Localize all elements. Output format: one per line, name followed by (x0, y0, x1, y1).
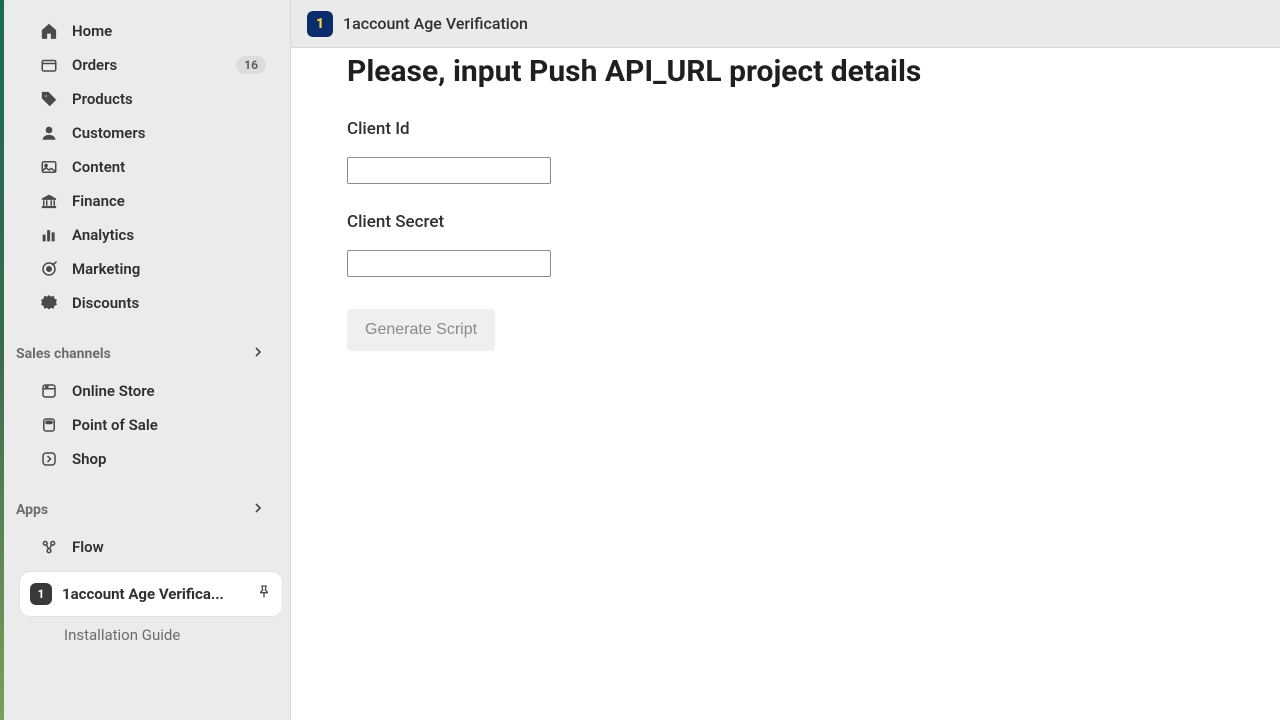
flow-icon (40, 538, 58, 556)
generate-script-button[interactable]: Generate Script (347, 309, 495, 351)
tag-icon (40, 90, 58, 108)
main-panel: 1 1account Age Verification Please, inpu… (290, 0, 1280, 720)
client-id-label: Client Id (347, 119, 1224, 139)
sidebar-item-products[interactable]: Products (12, 82, 282, 116)
app-header: 1 1account Age Verification (291, 0, 1280, 48)
discount-icon (40, 294, 58, 312)
target-icon (40, 260, 58, 278)
sidebar-item-online-store[interactable]: Online Store (12, 374, 282, 408)
client-secret-input[interactable] (347, 250, 551, 277)
bank-icon (40, 192, 58, 210)
orders-badge: 16 (236, 56, 266, 74)
pos-icon (40, 416, 58, 434)
orders-icon (40, 56, 58, 74)
analytics-icon (40, 226, 58, 244)
sidebar: Home Orders 16 Products Customers (4, 0, 290, 720)
nav-channels: Online Store Point of Sale Shop (4, 374, 290, 476)
sidebar-item-orders[interactable]: Orders 16 (12, 48, 282, 82)
app-content: Please, input Push API_URL project detai… (291, 48, 1280, 720)
sidebar-item-label: Home (72, 22, 112, 40)
client-id-input[interactable] (347, 157, 551, 184)
section-title: Sales channels (16, 346, 111, 362)
sidebar-item-pos[interactable]: Point of Sale (12, 408, 282, 442)
person-icon (40, 124, 58, 142)
sidebar-item-label: Marketing (72, 260, 140, 278)
sidebar-item-shop[interactable]: Shop (12, 442, 282, 476)
sidebar-item-label: Point of Sale (72, 416, 158, 434)
sidebar-item-label: Shop (72, 450, 106, 468)
sidebar-item-analytics[interactable]: Analytics (12, 218, 282, 252)
pin-icon[interactable] (256, 584, 272, 604)
content-icon (40, 158, 58, 176)
sidebar-item-label: Orders (72, 56, 117, 74)
section-apps[interactable]: Apps (4, 496, 282, 524)
sidebar-item-label: Products (72, 90, 133, 108)
sidebar-item-finance[interactable]: Finance (12, 184, 282, 218)
sidebar-item-label: Discounts (72, 294, 139, 312)
selected-app-label: 1account Age Verifica... (62, 585, 224, 603)
sidebar-selected-app[interactable]: 1 1account Age Verifica... (20, 572, 282, 616)
sidebar-item-marketing[interactable]: Marketing (12, 252, 282, 286)
app-logo-icon: 1 (307, 11, 333, 37)
sidebar-item-label: Online Store (72, 382, 155, 400)
sidebar-item-label: Analytics (72, 226, 134, 244)
app-header-title: 1account Age Verification (343, 14, 528, 33)
app-icon: 1 (30, 583, 52, 605)
sidebar-item-home[interactable]: Home (12, 14, 282, 48)
section-sales-channels[interactable]: Sales channels (4, 340, 282, 368)
sidebar-item-label: Flow (72, 538, 104, 556)
sidebar-item-flow[interactable]: Flow (12, 530, 282, 564)
sidebar-subitem-installation-guide[interactable]: Installation Guide (4, 616, 290, 644)
section-title: Apps (16, 502, 48, 518)
client-secret-label: Client Secret (347, 212, 1224, 232)
nav-apps: Flow (4, 530, 290, 564)
chevron-right-icon (250, 500, 266, 520)
store-icon (40, 382, 58, 400)
sidebar-item-label: Content (72, 158, 125, 176)
shop-icon (40, 450, 58, 468)
sidebar-item-label: Customers (72, 124, 145, 142)
page-heading: Please, input Push API_URL project detai… (347, 54, 1224, 89)
chevron-right-icon (250, 344, 266, 364)
nav-primary: Home Orders 16 Products Customers (4, 14, 290, 320)
home-icon (40, 22, 58, 40)
sidebar-item-content[interactable]: Content (12, 150, 282, 184)
sidebar-item-label: Finance (72, 192, 125, 210)
sidebar-item-discounts[interactable]: Discounts (12, 286, 282, 320)
sidebar-item-customers[interactable]: Customers (12, 116, 282, 150)
